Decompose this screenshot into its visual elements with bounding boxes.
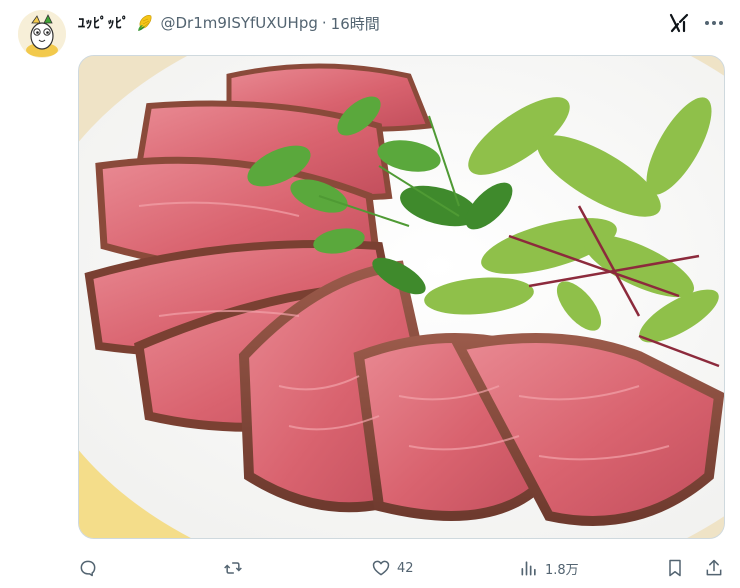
share-icon — [706, 559, 722, 576]
avatar[interactable] — [18, 10, 66, 58]
separator-dot: · — [321, 14, 327, 32]
heart-icon — [372, 560, 390, 576]
post-media-image[interactable] — [78, 55, 725, 539]
share-button[interactable] — [704, 556, 724, 580]
bookmark-icon — [669, 559, 681, 577]
views-button[interactable]: 1.8万 — [519, 556, 579, 580]
display-name[interactable]: ﾕｯﾋﾟｯﾋﾟ — [78, 13, 130, 33]
post-time[interactable]: 16時間 — [331, 13, 380, 34]
reply-icon — [80, 560, 96, 577]
avatar-character-icon — [18, 10, 66, 58]
repost-button[interactable] — [223, 556, 249, 580]
repost-icon — [224, 562, 242, 574]
bookmark-button[interactable] — [665, 556, 685, 580]
views-count: 1.8万 — [545, 562, 579, 578]
like-button[interactable]: 42 — [371, 556, 414, 580]
user-handle[interactable]: @Dr1m9ISYfUXUHpg — [161, 14, 318, 32]
corn-icon — [135, 13, 155, 33]
analytics-icon — [521, 561, 536, 576]
grok-icon[interactable] — [668, 12, 690, 34]
like-count: 42 — [397, 560, 414, 576]
post-action-bar: 42 1.8万 — [78, 556, 728, 580]
post-header: ﾕｯﾋﾟｯﾋﾟ @Dr1m9ISYfUXUHpg · 16時間 — [78, 12, 380, 34]
more-options-icon[interactable] — [702, 12, 726, 34]
reply-button[interactable] — [78, 556, 104, 580]
roast-beef-photo-icon — [79, 56, 724, 538]
